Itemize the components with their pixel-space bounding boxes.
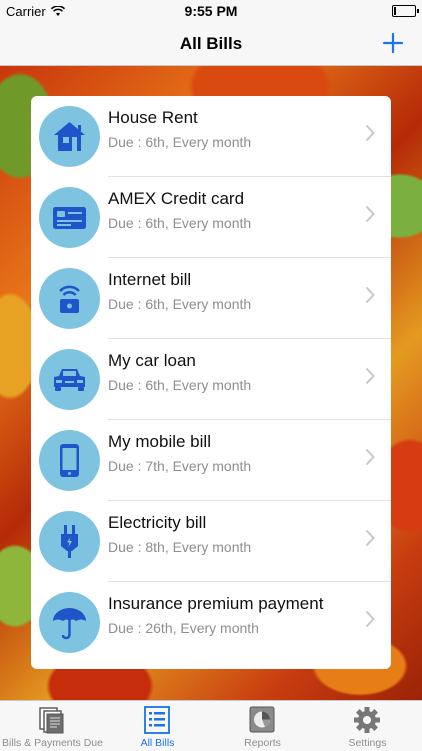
chevron-right-icon (365, 286, 375, 304)
bill-due-date: Due : 8th, Every month (108, 539, 252, 555)
status-right (392, 5, 419, 17)
bill-due-date: Due : 6th, Every month (108, 377, 252, 393)
router-icon (39, 268, 100, 329)
bill-due-date: Due : 6th, Every month (108, 296, 252, 312)
bill-due-date: Due : 6th, Every month (108, 134, 252, 150)
chevron-right-icon (365, 367, 375, 385)
plus-icon (382, 32, 404, 54)
bill-due-date: Due : 7th, Every month (108, 458, 252, 474)
tab-bar: Bills & Payments Due All Bills Reports S… (0, 700, 422, 751)
bill-title: AMEX Credit card (108, 189, 245, 208)
umbrella-icon (39, 592, 100, 653)
car-icon (39, 349, 100, 410)
bill-row-my-mobile-bill[interactable]: My mobile bill Due : 7th, Every month (31, 420, 391, 501)
mobile-phone-icon (39, 430, 100, 491)
tab-label: Settings (348, 737, 387, 749)
house-icon (39, 106, 100, 167)
plug-icon (39, 511, 100, 572)
bill-title: Electricity bill (108, 513, 207, 532)
chevron-right-icon (365, 205, 375, 223)
bill-row-my-car-loan[interactable]: My car loan Due : 6th, Every month (31, 339, 391, 420)
bill-title: Internet bill (108, 270, 192, 289)
status-time: 9:55 PM (184, 3, 238, 19)
bill-title: My mobile bill (108, 432, 211, 451)
bill-row-electricity-bill[interactable]: Electricity bill Due : 8th, Every month (31, 501, 391, 582)
bill-due-date: Due : 26th, Every month (108, 620, 259, 636)
bill-title: House Rent (108, 108, 198, 127)
gear-icon (354, 707, 380, 733)
page-title: All Bills (179, 34, 243, 53)
bill-row-internet-bill[interactable]: Internet bill Due : 6th, Every month (31, 258, 391, 339)
tab-settings[interactable]: Settings (315, 701, 420, 751)
tab-all-bills[interactable]: All Bills (105, 701, 210, 751)
navigation-bar: All Bills (0, 22, 422, 66)
documents-icon (39, 707, 64, 734)
bill-row-amex-credit-card[interactable]: AMEX Credit card Due : 6th, Every month (31, 177, 391, 258)
bill-title: Insurance premium payment (108, 594, 324, 613)
status-bar: Carrier 9:55 PM (0, 0, 422, 22)
tab-label: Reports (244, 737, 281, 749)
battery-icon (392, 5, 419, 17)
chevron-right-icon (365, 529, 375, 547)
tab-reports[interactable]: Reports (210, 701, 315, 751)
chevron-right-icon (365, 610, 375, 628)
bills-list: House Rent Due : 6th, Every month AMEX C… (31, 96, 391, 669)
add-bill-button[interactable] (378, 28, 408, 58)
chevron-right-icon (365, 448, 375, 466)
bill-row-insurance-premium-payment[interactable]: Insurance premium payment Due : 26th, Ev… (31, 582, 391, 663)
tab-label: Bills & Payments Due (2, 737, 103, 749)
chevron-right-icon (365, 124, 375, 142)
bill-row-house-rent[interactable]: House Rent Due : 6th, Every month (31, 96, 391, 177)
pie-chart-icon (249, 706, 275, 733)
list-icon (144, 706, 170, 734)
bill-title: My car loan (108, 351, 196, 370)
tab-label: All Bills (140, 737, 175, 749)
tab-bills-payments-due[interactable]: Bills & Payments Due (0, 701, 105, 751)
credit-card-icon (39, 187, 100, 248)
bill-due-date: Due : 6th, Every month (108, 215, 252, 231)
